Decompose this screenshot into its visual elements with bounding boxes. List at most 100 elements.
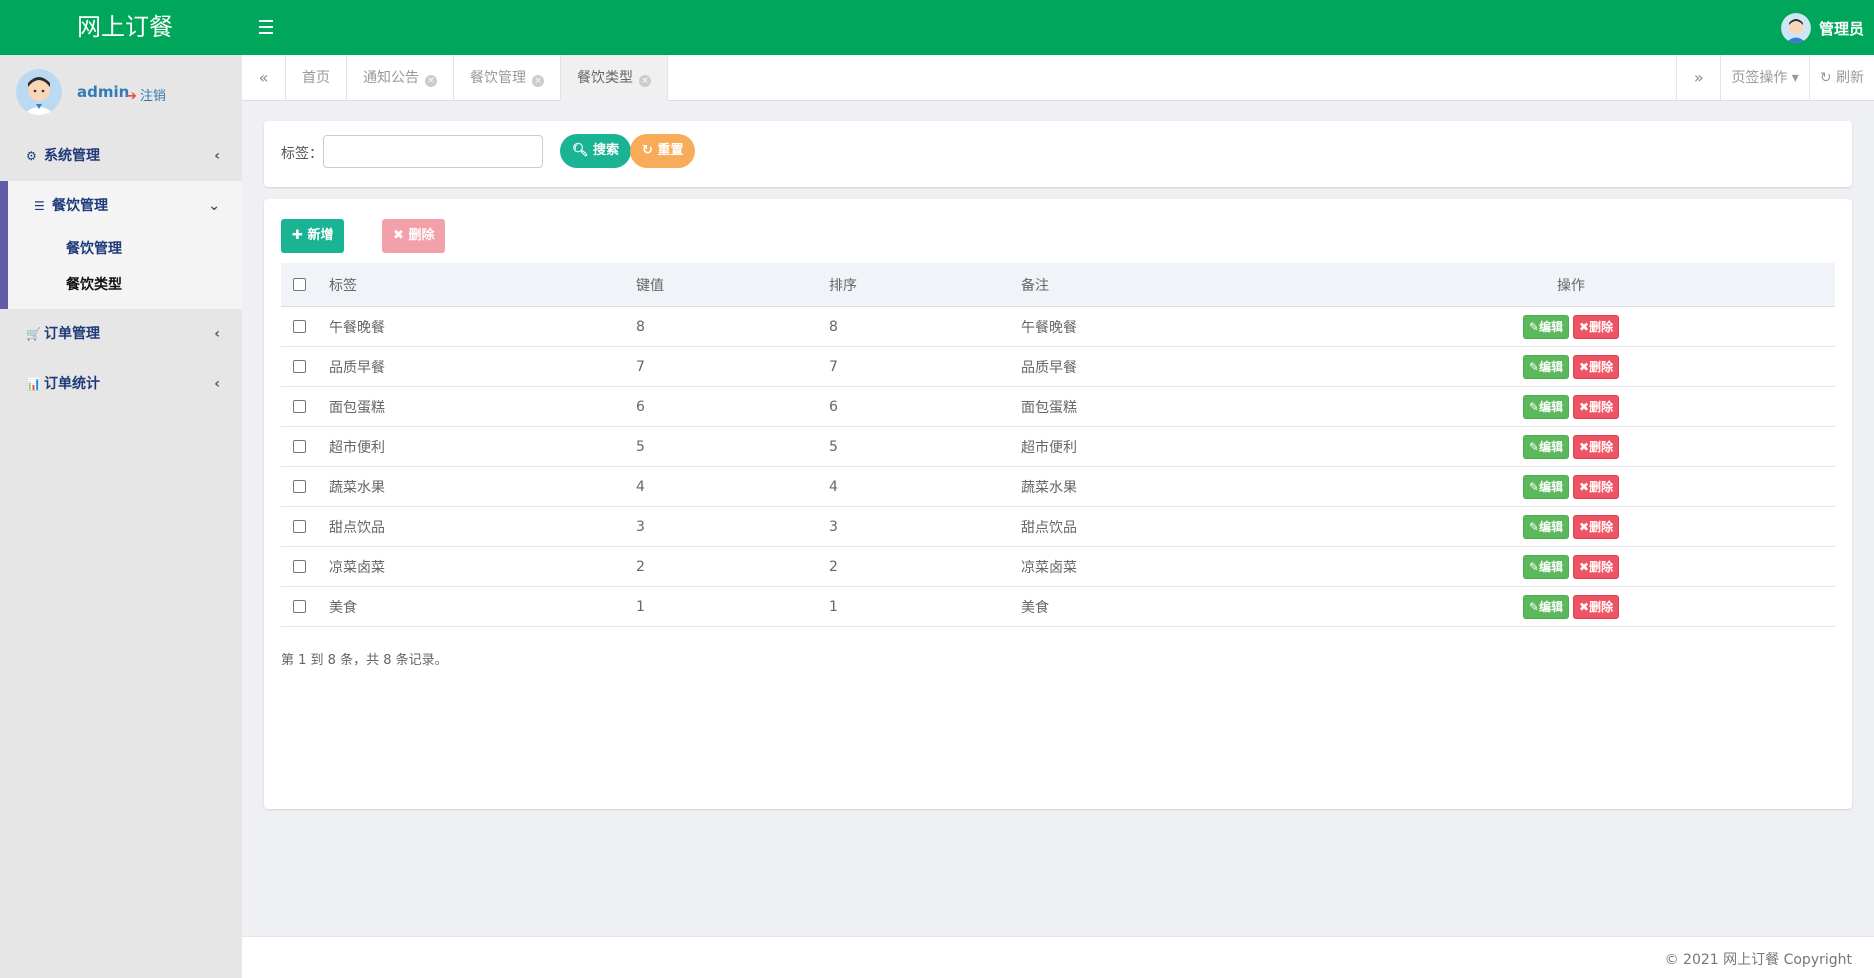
cell-actions: ✎编辑 ✖删除 [1281,347,1861,386]
row-checkbox[interactable] [293,400,306,413]
column-header-key[interactable]: 键值 [636,263,664,306]
search-button[interactable]: 🔍︎ 搜索 [560,134,632,168]
row-checkbox[interactable] [293,600,306,613]
delete-button[interactable]: ✖ 删除 [382,219,446,253]
edit-button[interactable]: ✎编辑 [1522,434,1569,459]
edit-icon: ✎ [1528,359,1539,374]
sidebar-subitem-catering-manage[interactable]: 餐饮管理 [8,231,242,267]
search-icon: 🔍︎ [572,143,589,158]
edit-button[interactable]: ✎编辑 [1522,314,1569,339]
cell-key: 2 [636,558,645,575]
close-icon[interactable]: × [639,75,651,87]
table-row[interactable]: 午餐晚餐 8 8 午餐晚餐 ✎编辑 ✖删除 [281,307,1835,347]
row-delete-button[interactable]: ✖删除 [1573,354,1620,379]
row-delete-button[interactable]: ✖删除 [1573,594,1620,619]
table-panel: ✚ 新增 ✖ 删除 标签 键值 排序 备注 操作 午餐晚餐 8 8 午餐晚餐 ✎编辑 ✖删… [264,199,1852,809]
table-row[interactable]: 凉菜卤菜 2 2 凉菜卤菜 ✎编辑 ✖删除 [281,547,1835,587]
cell-note: 面包蛋糕 [1021,399,1077,416]
chevron-left-icon: ‹ [214,326,220,342]
refresh-icon: ↻ [1819,70,1832,86]
edit-button[interactable]: ✎编辑 [1522,594,1569,619]
tab-catering-manage[interactable]: 餐饮管理 × [454,55,561,101]
row-delete-button-label: 删除 [1589,319,1614,334]
search-label: 标签： [281,146,323,162]
sidebar-item-system[interactable]: ⚙ 系统管理 ‹ [0,131,242,181]
top-user-name: 管理员 [1818,19,1864,38]
edit-button[interactable]: ✎编辑 [1522,554,1569,579]
edit-button-label: 编辑 [1538,439,1563,454]
close-icon: ✖ [1579,439,1590,454]
tab-list: 首页 通知公告 × 餐饮管理 × 餐饮类型 × [286,55,668,101]
row-delete-button-label: 删除 [1589,439,1614,454]
row-delete-button[interactable]: ✖删除 [1573,514,1620,539]
edit-button[interactable]: ✎编辑 [1522,354,1569,379]
row-checkbox[interactable] [293,440,306,453]
add-button[interactable]: ✚ 新增 [281,219,345,253]
row-checkbox[interactable] [293,560,306,573]
row-checkbox-cell [293,427,306,466]
page-ops-dropdown[interactable]: 页签操作 ▾ [1720,55,1808,101]
cell-note: 美食 [1021,599,1049,616]
tab-home[interactable]: 首页 [286,55,347,101]
tab-scroll-left-icon[interactable]: « [242,55,286,101]
tab-notice[interactable]: 通知公告 × [347,55,454,101]
refresh-button[interactable]: ↻ 刷新 [1808,55,1874,101]
sidebar-item-order-stats[interactable]: 📊 订单统计 ‹ [0,359,242,409]
edit-button-label: 编辑 [1538,399,1563,414]
cell-label: 蔬菜水果 [329,479,385,496]
row-checkbox[interactable] [293,360,306,373]
edit-button-label: 编辑 [1538,599,1563,614]
reset-button[interactable]: ↻ 重置 [630,134,696,168]
cell-actions: ✎编辑 ✖删除 [1281,507,1861,546]
column-header-label[interactable]: 标签 [329,263,357,306]
row-checkbox[interactable] [293,320,306,333]
row-checkbox[interactable] [293,520,306,533]
menu-toggle-icon[interactable] [256,16,278,38]
row-checkbox[interactable] [293,480,306,493]
label-search-input[interactable] [323,135,543,168]
search-panel: 标签： 🔍︎ 搜索 ↻ 重置 [264,121,1852,187]
sidebar-item-orders[interactable]: 🛒 订单管理 ‹ [0,309,242,359]
table-row[interactable]: 品质早餐 7 7 品质早餐 ✎编辑 ✖删除 [281,347,1835,387]
row-delete-button[interactable]: ✖删除 [1573,434,1620,459]
row-delete-button[interactable]: ✖删除 [1573,554,1620,579]
cell-key: 4 [636,478,645,495]
table-row[interactable]: 蔬菜水果 4 4 蔬菜水果 ✎编辑 ✖删除 [281,467,1835,507]
row-delete-button[interactable]: ✖删除 [1573,474,1620,499]
row-delete-button[interactable]: ✖删除 [1573,314,1620,339]
cell-actions: ✎编辑 ✖删除 [1281,587,1861,626]
top-user-menu[interactable]: 管理员 [1780,12,1864,44]
close-icon[interactable]: × [532,75,544,87]
row-delete-button[interactable]: ✖删除 [1573,394,1620,419]
close-icon[interactable]: × [425,75,437,87]
tab-scroll-right-icon[interactable]: » [1676,55,1720,101]
page-ops-label: 页签操作 [1731,70,1788,86]
column-header-note[interactable]: 备注 [1021,263,1049,306]
column-header-sort[interactable]: 排序 [829,263,857,306]
edit-button[interactable]: ✎编辑 [1522,474,1569,499]
edit-button[interactable]: ✎编辑 [1522,394,1569,419]
table-row[interactable]: 面包蛋糕 6 6 面包蛋糕 ✎编辑 ✖删除 [281,387,1835,427]
table-row[interactable]: 甜点饮品 3 3 甜点饮品 ✎编辑 ✖删除 [281,507,1835,547]
select-all-checkbox[interactable] [293,278,306,291]
edit-button-label: 编辑 [1538,319,1563,334]
cell-note: 甜点饮品 [1021,519,1077,536]
table-row[interactable]: 美食 1 1 美食 ✎编辑 ✖删除 [281,587,1835,627]
edit-button-label: 编辑 [1538,479,1563,494]
edit-button[interactable]: ✎编辑 [1522,514,1569,539]
sidebar-item-label: 系统管理 [44,148,100,164]
avatar [1780,13,1811,43]
row-checkbox-cell [293,467,306,506]
edit-icon: ✎ [1528,319,1539,334]
cell-note: 午餐晚餐 [1021,319,1077,336]
table-row[interactable]: 超市便利 5 5 超市便利 ✎编辑 ✖删除 [281,427,1835,467]
sidebar-item-catering[interactable]: ☰ 餐饮管理 ⌄ [8,181,242,231]
sidebar-subitem-catering-type[interactable]: 餐饮类型 [8,267,242,303]
cell-sort: 4 [829,478,838,495]
chevron-left-icon: ‹ [214,376,220,392]
cell-label: 品质早餐 [329,359,385,376]
close-icon: ✖ [1579,559,1590,574]
edit-icon: ✎ [1528,519,1539,534]
logout-link[interactable]: ➔ 注销 [126,85,166,104]
tab-catering-type[interactable]: 餐饮类型 × [561,55,668,101]
